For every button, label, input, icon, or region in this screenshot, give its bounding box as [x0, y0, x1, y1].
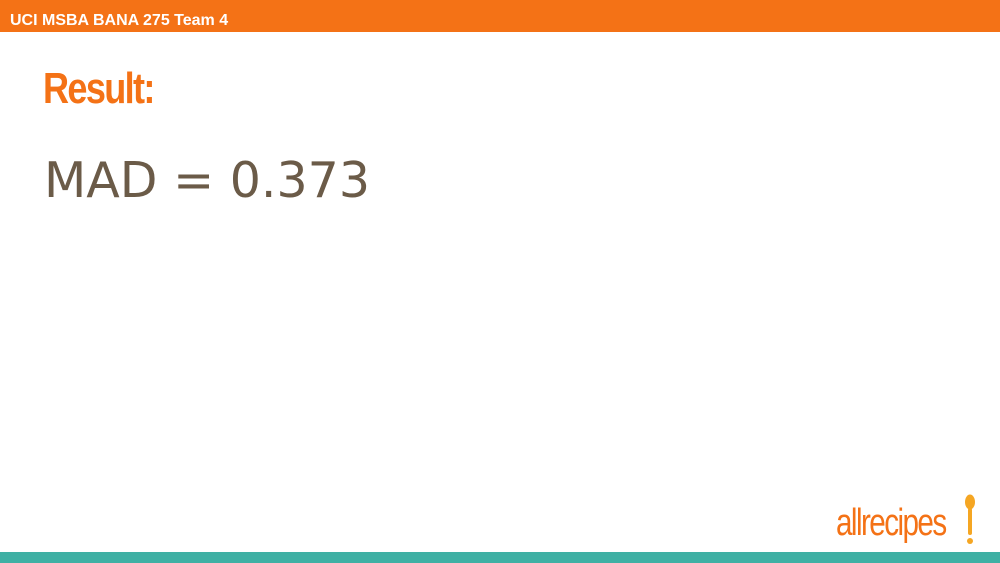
allrecipes-logo: allrecipes — [836, 494, 986, 548]
result-text: MAD = 0.373 — [44, 152, 371, 209]
spoon-icon — [965, 494, 975, 544]
logo-text: allrecipes — [836, 502, 947, 544]
header-bar: UCI MSBA BANA 275 Team 4 — [0, 0, 1000, 32]
slide-title: Result: — [43, 64, 155, 113]
header-text: UCI MSBA BANA 275 Team 4 — [10, 12, 229, 29]
footer-bar — [0, 552, 1000, 563]
